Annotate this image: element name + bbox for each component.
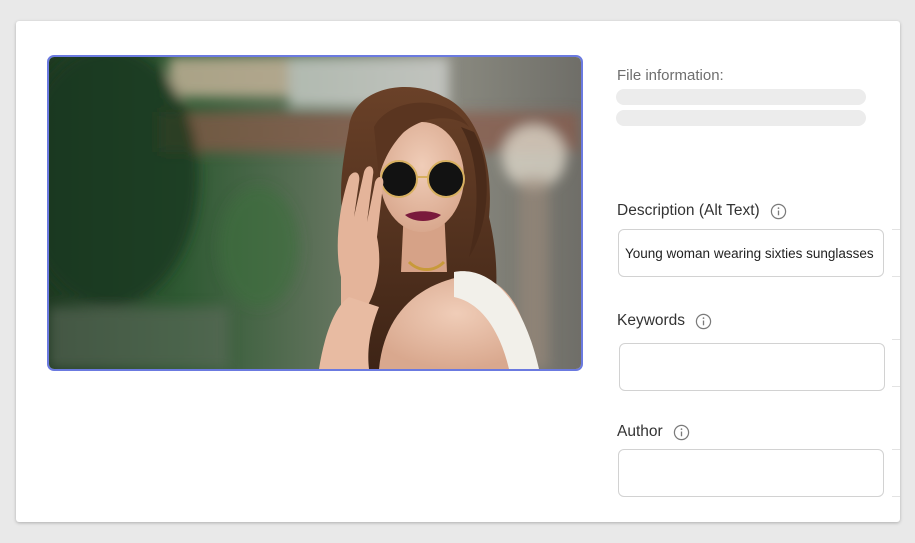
file-details-card: File information: Description (Alt Text)… — [16, 21, 900, 522]
author-label: Author — [617, 423, 690, 441]
file-info-placeholder-line — [616, 89, 866, 105]
description-label-text: Description (Alt Text) — [617, 202, 760, 219]
description-label: Description (Alt Text) — [617, 202, 787, 220]
keywords-input[interactable] — [619, 343, 885, 391]
field-edge — [892, 229, 900, 277]
photo-woman-sunglasses — [49, 57, 581, 369]
keywords-label: Keywords — [617, 312, 712, 330]
info-icon[interactable] — [695, 313, 712, 330]
field-edge — [892, 339, 900, 387]
keywords-label-text: Keywords — [617, 312, 686, 329]
info-icon[interactable] — [770, 203, 787, 220]
field-edge — [892, 449, 900, 497]
description-input[interactable] — [618, 229, 884, 277]
metadata-panel: File information: Description (Alt Text)… — [616, 21, 900, 522]
info-icon[interactable] — [673, 424, 690, 441]
file-info-placeholder-line — [616, 110, 866, 126]
author-label-text: Author — [617, 423, 663, 440]
author-input[interactable] — [618, 449, 884, 497]
image-preview[interactable] — [47, 55, 583, 371]
file-information-label: File information: — [617, 67, 724, 84]
